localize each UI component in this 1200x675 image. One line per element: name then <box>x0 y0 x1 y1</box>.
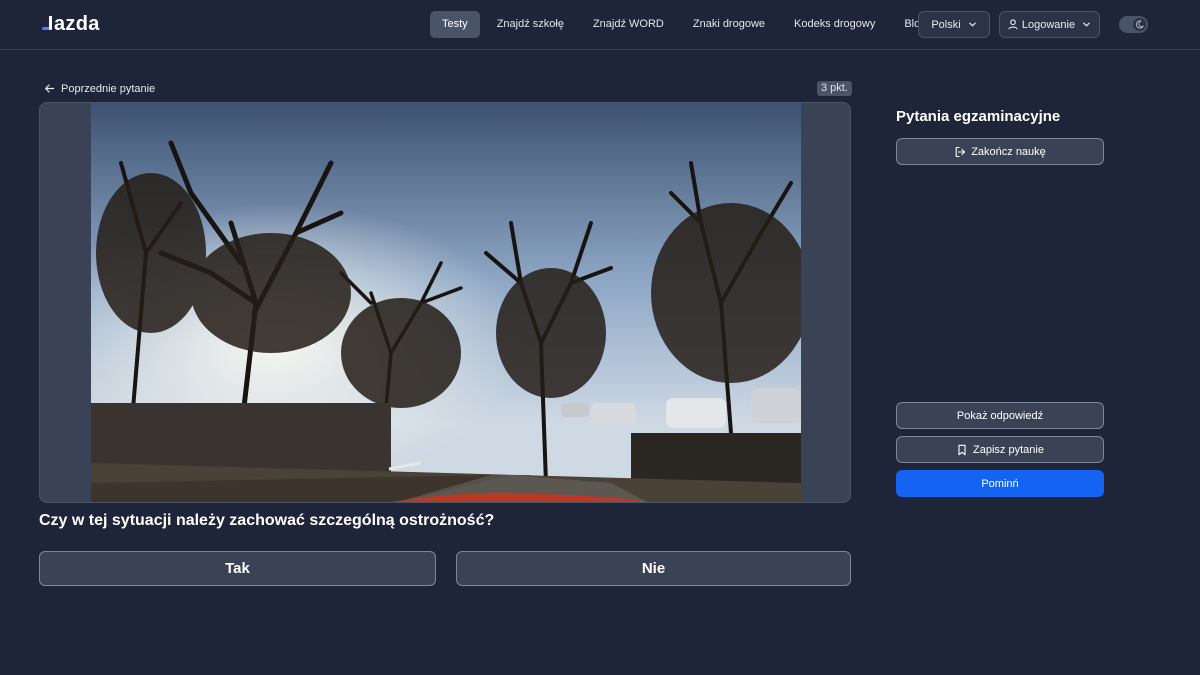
road-scene-image <box>91 103 801 502</box>
arrow-left-icon <box>45 84 55 93</box>
main-nav: Testy Znajdź szkołę Znajdź WORD Znaki dr… <box>430 11 938 38</box>
language-label: Polski <box>931 18 961 31</box>
save-question-label: Zapisz pytanie <box>973 443 1044 456</box>
logo[interactable]: azda <box>42 11 100 37</box>
nav-item-kodeks-drogowy[interactable]: Kodeks drogowy <box>782 11 887 38</box>
answer-no-button[interactable]: Nie <box>456 551 851 586</box>
finish-learning-button[interactable]: Zakończ naukę <box>896 138 1104 165</box>
login-button[interactable]: Logowanie <box>999 11 1100 38</box>
login-label: Logowanie <box>1021 18 1076 31</box>
logo-text: azda <box>54 12 100 35</box>
logout-icon <box>955 146 966 157</box>
save-question-button[interactable]: Zapisz pytanie <box>896 436 1104 463</box>
logo-mark-icon <box>42 14 52 34</box>
chevron-down-icon <box>968 22 976 27</box>
nav-item-testy[interactable]: Testy <box>430 11 480 38</box>
chevron-down-icon <box>1083 22 1090 27</box>
user-icon <box>1008 19 1018 30</box>
moon-icon <box>1135 20 1144 29</box>
answer-yes-button[interactable]: Tak <box>39 551 436 586</box>
nav-item-znajdz-word[interactable]: Znajdź WORD <box>581 11 676 38</box>
sidebar-title: Pytania egzaminacyjne <box>896 108 1061 125</box>
previous-question-label: Poprzednie pytanie <box>61 82 156 95</box>
bookmark-icon <box>958 444 966 455</box>
skip-button[interactable]: Pominń <box>896 470 1104 497</box>
top-navbar: azda Testy Znajdź szkołę Znajdź WORD Zna… <box>0 0 1200 50</box>
points-badge: 3 pkt. <box>817 81 852 96</box>
show-answer-button[interactable]: Pokaż odpowiedź <box>896 402 1104 429</box>
question-media <box>39 102 851 503</box>
nav-item-znajdz-szkole[interactable]: Znajdź szkołę <box>485 11 576 38</box>
theme-toggle[interactable] <box>1119 16 1148 33</box>
question-text: Czy w tej sytuacji należy zachować szcze… <box>39 512 495 529</box>
nav-item-znaki-drogowe[interactable]: Znaki drogowe <box>681 11 777 38</box>
language-select[interactable]: Polski <box>918 11 990 38</box>
finish-learning-label: Zakończ naukę <box>971 145 1046 158</box>
previous-question-link[interactable]: Poprzednie pytanie <box>44 81 155 96</box>
